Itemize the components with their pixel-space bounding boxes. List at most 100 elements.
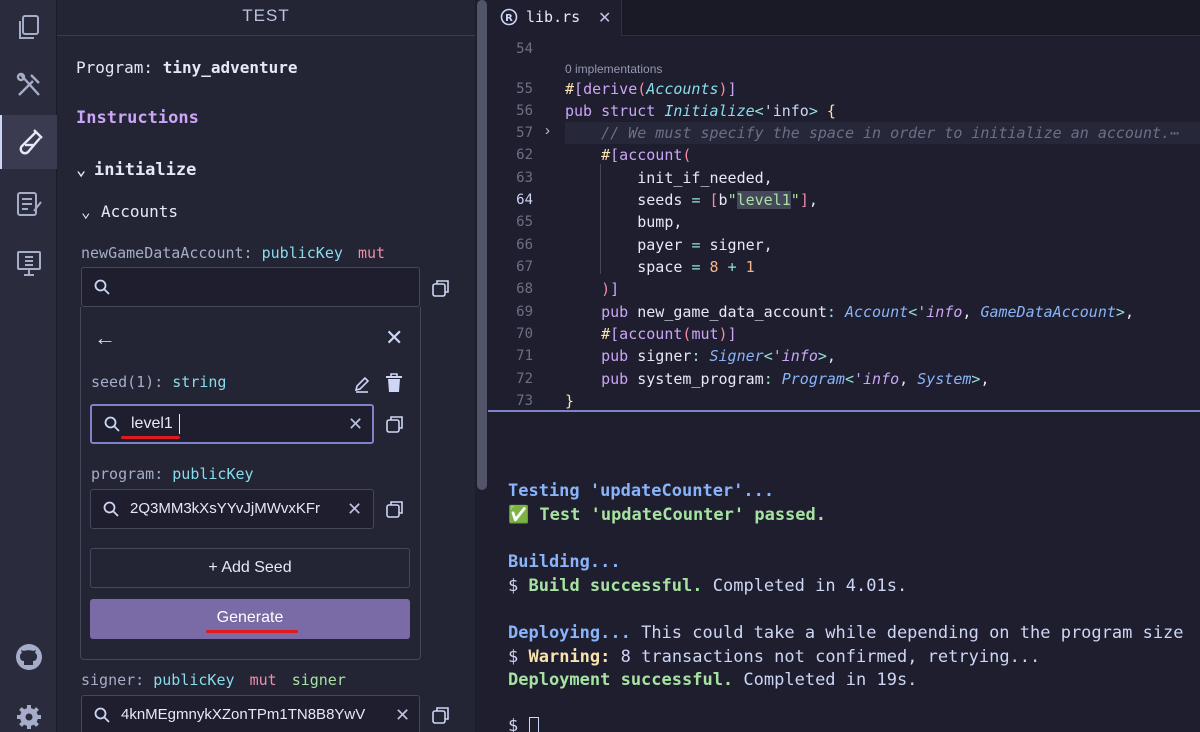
activity-bar [0, 0, 57, 732]
trash-icon[interactable] [385, 373, 403, 393]
code-line: #[account(mut)] [601, 325, 737, 343]
new-game-data-account-input[interactable] [81, 267, 420, 307]
copy-icon[interactable] [386, 415, 404, 433]
build-tools-icon[interactable] [0, 58, 57, 112]
terminal-line: ✅ Test 'updateCounter' passed. [508, 505, 826, 525]
line-number: 56 [516, 103, 533, 119]
code-line: space = 8 + 1 [565, 258, 755, 276]
terminal-prompt: $ [508, 647, 519, 667]
tab-lib-rs[interactable]: R lib.rs ✕ [488, 0, 622, 36]
fold-chevron-icon[interactable]: › [545, 122, 550, 139]
text-cursor [179, 414, 180, 434]
terminal-prompt: $ [508, 716, 519, 732]
code-line: bump, [565, 213, 683, 231]
back-arrow-icon[interactable]: ← [94, 325, 116, 351]
terminal-line: Deployment successful. Completed in 19s. [508, 670, 917, 690]
code-line: } [565, 392, 575, 410]
code-line: // We must specify the space in order to… [565, 124, 1180, 142]
code-line: pub signer: Signer<'info>, [601, 347, 836, 365]
code-line: #[derive(Accounts)] [565, 80, 737, 98]
accounts-toggle[interactable]: ⌄ Accounts [81, 202, 178, 221]
code-lines: 54 0 implementations 55 #[derive(Account… [488, 36, 1200, 410]
search-icon [94, 279, 110, 295]
code-line: pub struct Initialize<'info> { [565, 102, 836, 120]
account-flag: mut [357, 244, 386, 262]
accounts-label: Accounts [101, 202, 179, 221]
close-icon[interactable]: ✕ [385, 325, 403, 351]
code-line: payer = signer, [565, 236, 773, 254]
account-signer-header: signer: publicKey mut signer [81, 671, 346, 689]
sidebar-scrollbar[interactable] [477, 0, 487, 490]
code-line: )] [601, 280, 620, 298]
line-number: 63 [516, 170, 533, 186]
terminal-text: This could take a while depending on the… [641, 623, 1184, 643]
code-line: seeds = [b"level1"], [565, 191, 818, 209]
terminal-text: Test 'updateCounter' passed. [539, 505, 826, 525]
rust-file-icon: R [500, 8, 518, 26]
terminal-text: Build successful. [528, 576, 703, 596]
terminal-line: $ Warning: 8 transactions not confirmed,… [508, 647, 1040, 667]
terminal-prompt-line: $ [508, 716, 539, 732]
signer-flag-signer: signer [291, 671, 346, 689]
program-seed-value: 2Q3MM3kXsYYvJjMWvxKFr [130, 500, 321, 517]
line-number-current: 64 [516, 192, 533, 208]
svg-text:R: R [505, 13, 513, 24]
clear-icon[interactable]: ✕ [395, 705, 410, 726]
program-seed-label: program: [91, 465, 164, 483]
add-seed-button[interactable]: + Add Seed [90, 548, 410, 588]
codelens-implementations[interactable]: 0 implementations [565, 62, 662, 76]
tab-label: lib.rs [526, 8, 581, 26]
signer-type: publicKey [153, 671, 235, 689]
code-line: pub system_program: Program<'info, Syste… [601, 370, 990, 388]
tab-close-icon[interactable]: ✕ [598, 8, 611, 28]
copy-icon[interactable] [432, 706, 450, 724]
sidebar-title: TEST [57, 0, 475, 36]
terminal-text: Warning: [528, 647, 611, 667]
line-number: 67 [516, 259, 533, 275]
code-line: init_if_needed, [565, 169, 773, 187]
edit-pencil-icon[interactable] [353, 375, 371, 393]
terminal-panel[interactable]: Testing 'updateCounter'... ✅ Test 'updat… [488, 412, 1200, 732]
line-number: 68 [516, 281, 533, 297]
terminal-cursor [528, 717, 539, 732]
clear-icon[interactable]: ✕ [347, 499, 362, 520]
program-seed-input[interactable]: 2Q3MM3kXsYYvJjMWvxKFr ✕ [90, 489, 374, 529]
chevron-down-icon: ⌄ [76, 160, 87, 180]
code-line: #[account( [601, 146, 692, 164]
search-icon [103, 501, 119, 517]
signer-flag-mut: mut [249, 671, 277, 689]
annotation-underline-seed [121, 436, 180, 439]
code-line: pub new_game_data_account: Account<'info… [601, 303, 1134, 321]
annotation-underline-generate [206, 630, 298, 633]
clear-icon[interactable]: ✕ [348, 414, 363, 435]
signer-input[interactable]: 4knMEgmnykXZonTPm1TN8B8YwV ✕ [81, 695, 420, 732]
line-number: 72 [516, 371, 533, 387]
indent-guide [600, 164, 601, 274]
chevron-down-icon: ⌄ [81, 202, 91, 221]
seed1-header: seed(1): string [91, 373, 226, 391]
test-sidebar: TEST Program: tiny_adventure Instruction… [57, 0, 475, 732]
instruction-initialize-toggle[interactable]: ⌄ initialize [76, 160, 196, 180]
line-number: 69 [516, 304, 533, 320]
terminal-line: $ Build successful. Completed in 4.01s. [508, 576, 907, 596]
test-flask-icon[interactable] [0, 115, 57, 169]
terminal-text: Completed in 4.01s. [712, 576, 908, 596]
program-label: Program: [76, 58, 154, 77]
presentation-icon[interactable] [0, 236, 57, 290]
tutorials-icon[interactable] [0, 177, 57, 231]
copy-icon[interactable] [432, 279, 450, 297]
generate-button[interactable]: Generate [90, 599, 410, 639]
line-number: 66 [516, 237, 533, 253]
terminal-line: Testing 'updateCounter'... [508, 481, 775, 501]
terminal-text: Deploying... [508, 623, 631, 643]
settings-gear-icon[interactable] [0, 690, 57, 732]
copy-icon[interactable] [386, 500, 404, 518]
terminal-line: Deploying... This could take a while dep… [508, 623, 1184, 643]
explorer-icon[interactable] [0, 0, 57, 54]
line-number: 62 [516, 147, 533, 163]
program-row: Program: tiny_adventure [76, 58, 298, 77]
github-icon[interactable] [0, 630, 57, 684]
instruction-name: initialize [94, 160, 197, 180]
account-type: publicKey [261, 244, 343, 262]
account-newgamedata-header: newGameDataAccount: publicKey mut [81, 244, 385, 262]
